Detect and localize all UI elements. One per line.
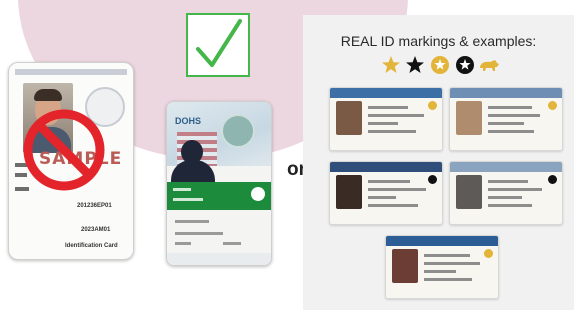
real-id-star-icon bbox=[428, 175, 437, 184]
black-star-icon bbox=[406, 56, 424, 73]
card-badge-icon bbox=[251, 187, 265, 201]
card-footer bbox=[167, 253, 271, 265]
card-footer-label: Identification Card bbox=[65, 243, 118, 249]
real-id-star-icon bbox=[548, 101, 557, 110]
card-logo: DOHS bbox=[175, 116, 202, 126]
bear-icon bbox=[484, 249, 493, 258]
real-id-markers bbox=[382, 56, 499, 74]
compliant-id-card: DOHS bbox=[166, 101, 272, 266]
example-id-card-4 bbox=[449, 161, 563, 225]
checkmark-icon bbox=[196, 19, 242, 67]
card-header-bar bbox=[15, 69, 127, 75]
card-number-a: 201236EP01 bbox=[77, 203, 112, 209]
panel-title: REAL ID markings & examples: bbox=[340, 33, 537, 49]
real-id-star-icon bbox=[548, 175, 557, 184]
card-number-b: 2023AM01 bbox=[81, 227, 111, 233]
example-id-card-1 bbox=[329, 87, 443, 151]
real-id-examples-panel: REAL ID markings & examples: bbox=[303, 15, 574, 310]
black-circle-star-icon bbox=[456, 56, 474, 74]
agency-seal bbox=[221, 114, 255, 148]
real-id-infographic: SAMPLE 201236EP01 2023AM01 Identificatio… bbox=[0, 0, 580, 313]
example-id-card-2 bbox=[449, 87, 563, 151]
prohibited-icon bbox=[23, 109, 105, 191]
example-id-card-3 bbox=[329, 161, 443, 225]
accepted-checkbox bbox=[186, 13, 250, 77]
example-id-card-5 bbox=[385, 235, 499, 299]
gold-star-icon bbox=[382, 56, 400, 73]
real-id-star-icon bbox=[428, 101, 437, 110]
gold-circle-star-icon bbox=[431, 56, 449, 74]
bear-icon bbox=[480, 60, 499, 71]
person-silhouette bbox=[181, 140, 203, 164]
